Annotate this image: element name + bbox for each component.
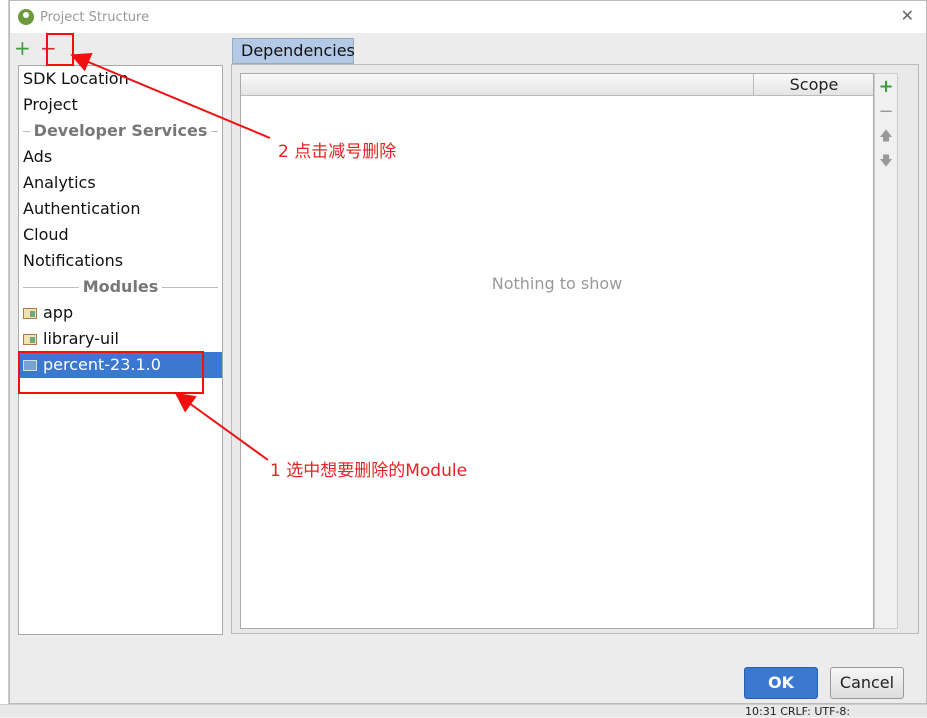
annotation-step2: 2 点击减号删除 xyxy=(278,142,397,162)
window-title: Project Structure xyxy=(40,9,150,25)
dependency-toolbar: + − 🡅 🡇 xyxy=(874,73,898,629)
module-item-app[interactable]: app xyxy=(19,300,222,326)
ok-button[interactable]: OK xyxy=(744,667,818,699)
sidebar-item-cloud[interactable]: Cloud xyxy=(19,222,222,248)
module-label: app xyxy=(43,303,74,322)
sidebar-item-notifications[interactable]: Notifications xyxy=(19,248,222,274)
background-editor xyxy=(0,0,9,717)
annotation-box-minus xyxy=(46,33,74,66)
add-dependency-icon[interactable]: + xyxy=(875,74,897,99)
module-item-library-uil[interactable]: library-uil xyxy=(19,326,222,352)
sidebar-item-authentication[interactable]: Authentication xyxy=(19,196,222,222)
arrow-up-icon[interactable]: 🡅 xyxy=(875,124,897,149)
sidebar: SDK Location Project Developer Services … xyxy=(18,65,223,635)
section-modules: Modules xyxy=(19,274,222,300)
sidebar-item-project[interactable]: Project xyxy=(19,92,222,118)
annotation-box-module xyxy=(18,351,204,394)
add-module-button[interactable]: + xyxy=(14,38,31,58)
annotation-step1: 1 选中想要删除的Module xyxy=(270,461,468,481)
section-developer-services: Developer Services xyxy=(19,118,222,144)
module-label: library-uil xyxy=(43,329,119,348)
status-bar: 10:31 CRLF: UTF-8: xyxy=(0,704,927,718)
module-folder-icon xyxy=(23,307,37,319)
tab-dependencies[interactable]: Dependencies xyxy=(232,38,355,64)
close-icon[interactable]: ✕ xyxy=(901,6,914,25)
sidebar-item-sdk-location[interactable]: SDK Location xyxy=(19,66,222,92)
table-header: Scope xyxy=(241,74,873,96)
empty-message: Nothing to show xyxy=(491,274,623,293)
sidebar-item-ads[interactable]: Ads xyxy=(19,144,222,170)
cancel-button[interactable]: Cancel xyxy=(830,667,904,699)
remove-dependency-icon[interactable]: − xyxy=(875,99,897,124)
column-scope[interactable]: Scope xyxy=(753,74,874,95)
title-bar: Project Structure ✕ xyxy=(10,1,926,33)
module-folder-icon xyxy=(23,333,37,345)
sidebar-item-analytics[interactable]: Analytics xyxy=(19,170,222,196)
android-studio-icon xyxy=(18,9,34,25)
arrow-down-icon[interactable]: 🡇 xyxy=(875,149,897,174)
